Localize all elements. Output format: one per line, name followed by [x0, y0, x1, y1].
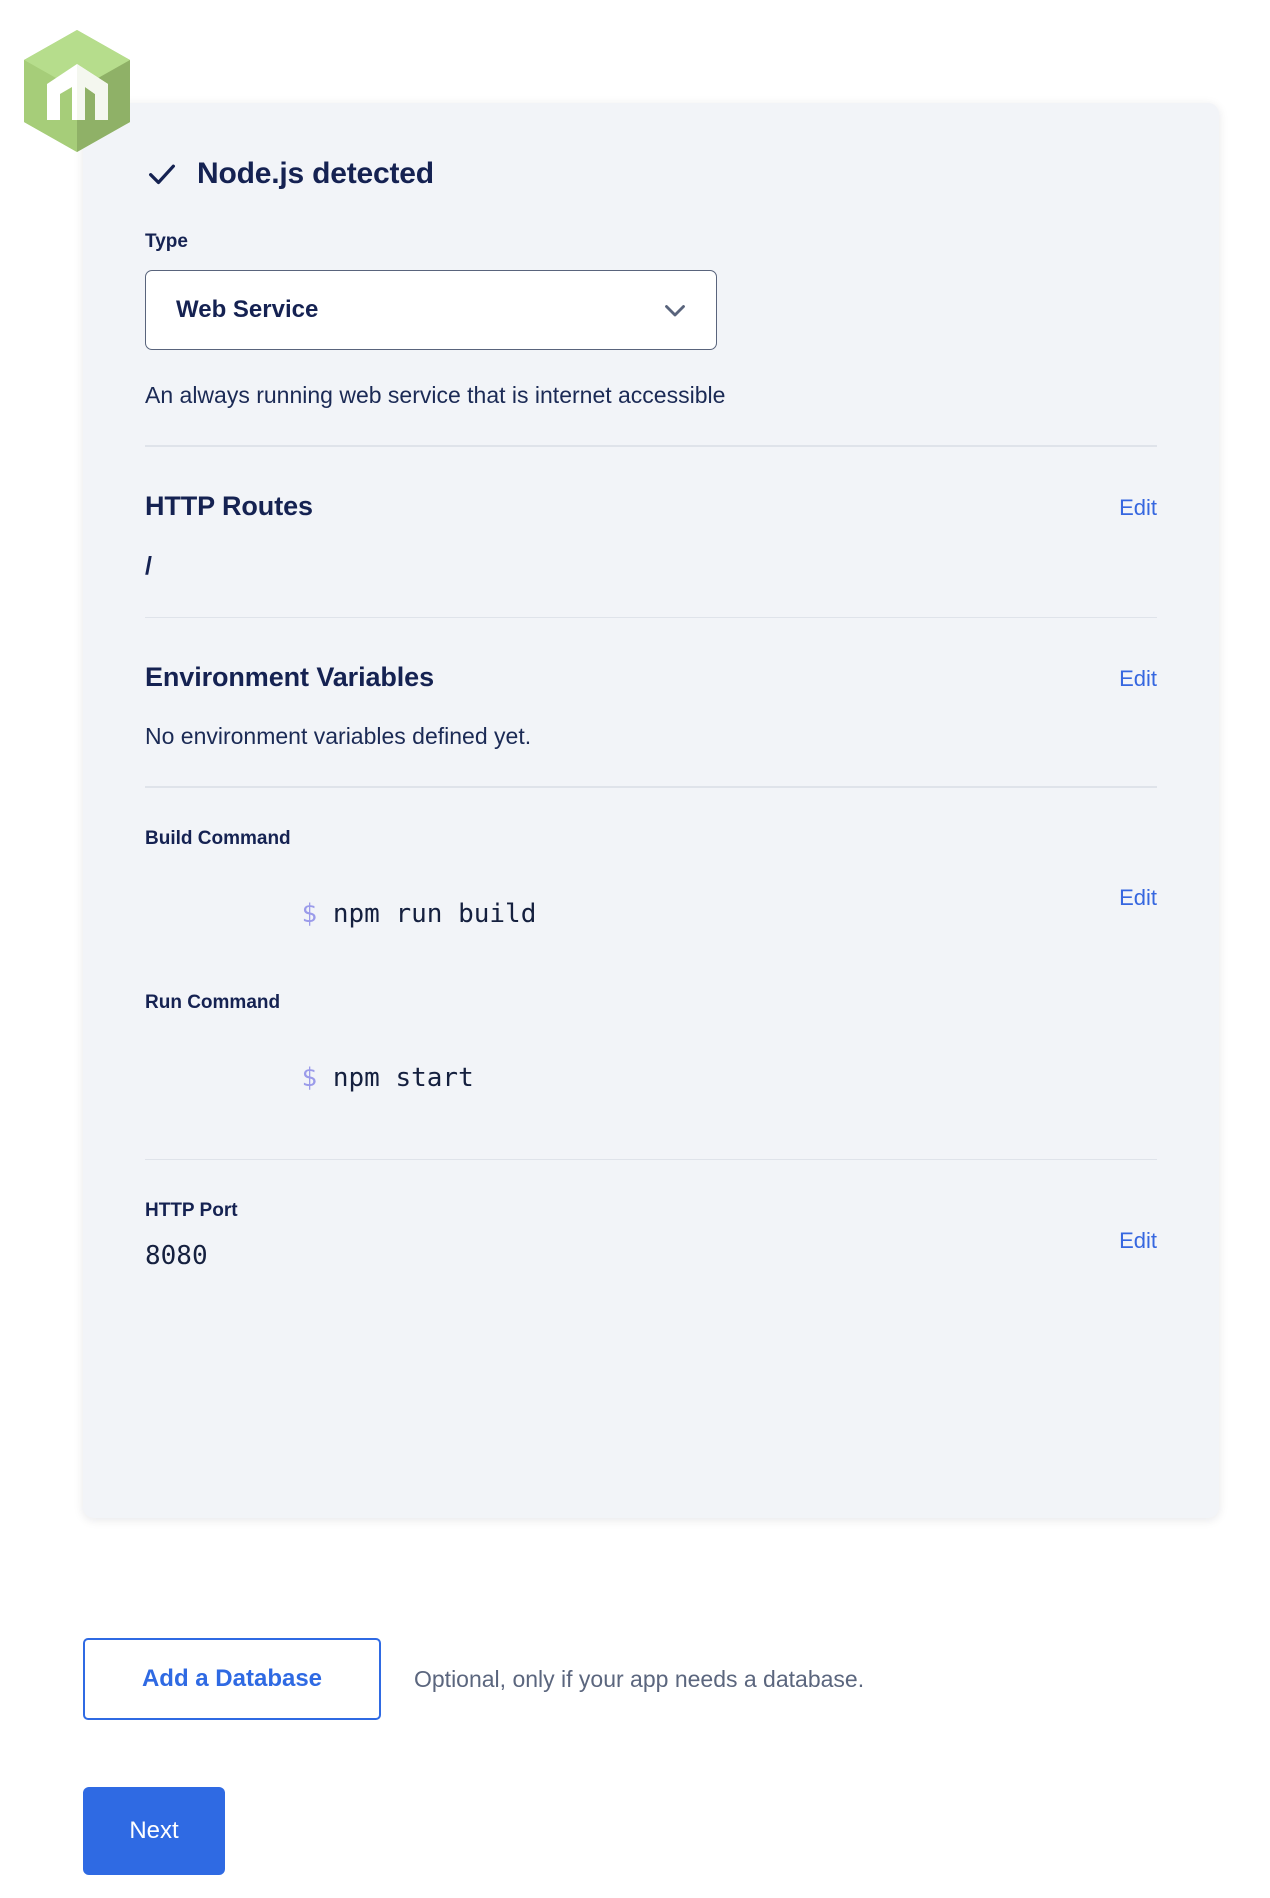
divider-after-type	[145, 445, 1157, 447]
http-port-label: HTTP Port	[145, 1200, 238, 1221]
database-optional-note: Optional, only if your app needs a datab…	[414, 1665, 865, 1692]
detection-card: Node.js detected Type Web Service An alw…	[83, 103, 1219, 1518]
env-vars-header: Environment Variables Edit	[145, 662, 1157, 693]
run-command-text: npm start	[332, 1062, 474, 1093]
type-description: An always running web service that is in…	[145, 382, 726, 408]
run-command-label: Run Command	[145, 991, 281, 1013]
run-command-block: Run Command $ npm start	[145, 992, 1157, 1123]
divider-after-routes	[145, 616, 1157, 618]
run-command-value: $ npm start	[145, 1033, 1157, 1123]
http-routes-title: HTTP Routes	[145, 490, 313, 521]
http-routes-header: HTTP Routes Edit	[145, 491, 1157, 522]
chevron-down-icon[interactable]	[658, 293, 692, 327]
deploy-setup-page: Node.js detected Type Web Service An alw…	[0, 0, 1270, 1898]
build-command-label: Build Command	[145, 827, 291, 849]
divider-after-env	[145, 786, 1157, 788]
detected-label: Node.js detected	[197, 157, 434, 190]
detected-status: Node.js detected	[145, 103, 1157, 191]
edit-env-vars-link[interactable]: Edit	[1119, 666, 1157, 692]
type-select[interactable]: Web Service	[145, 270, 717, 350]
env-vars-empty-text: No environment variables defined yet.	[145, 723, 532, 749]
divider-after-commands	[145, 1158, 1157, 1160]
build-command-value: $ npm run build	[145, 869, 1119, 959]
check-icon	[149, 164, 175, 185]
http-port-block: HTTP Port 8080 Edit	[145, 1200, 1157, 1271]
http-port-value: 8080	[145, 1241, 208, 1271]
next-button[interactable]: Next	[83, 1787, 225, 1875]
type-label: Type	[145, 231, 188, 252]
add-database-row: Add a Database Optional, only if your ap…	[83, 1638, 864, 1720]
edit-build-command-link[interactable]: Edit	[1119, 875, 1157, 911]
build-command-block: Build Command $ npm run build Edit	[145, 828, 1157, 959]
shell-prompt-icon: $	[301, 898, 333, 929]
build-command-text: npm run build	[332, 898, 537, 929]
edit-http-port-link[interactable]: Edit	[1119, 1218, 1157, 1254]
http-route-value: /	[145, 551, 152, 580]
edit-http-routes-link[interactable]: Edit	[1119, 495, 1157, 521]
add-database-button[interactable]: Add a Database	[83, 1638, 381, 1720]
env-vars-title: Environment Variables	[145, 662, 435, 692]
type-selected-value: Web Service	[176, 296, 319, 323]
shell-prompt-icon: $	[301, 1062, 333, 1093]
nodejs-hexagon-logo	[24, 30, 130, 152]
